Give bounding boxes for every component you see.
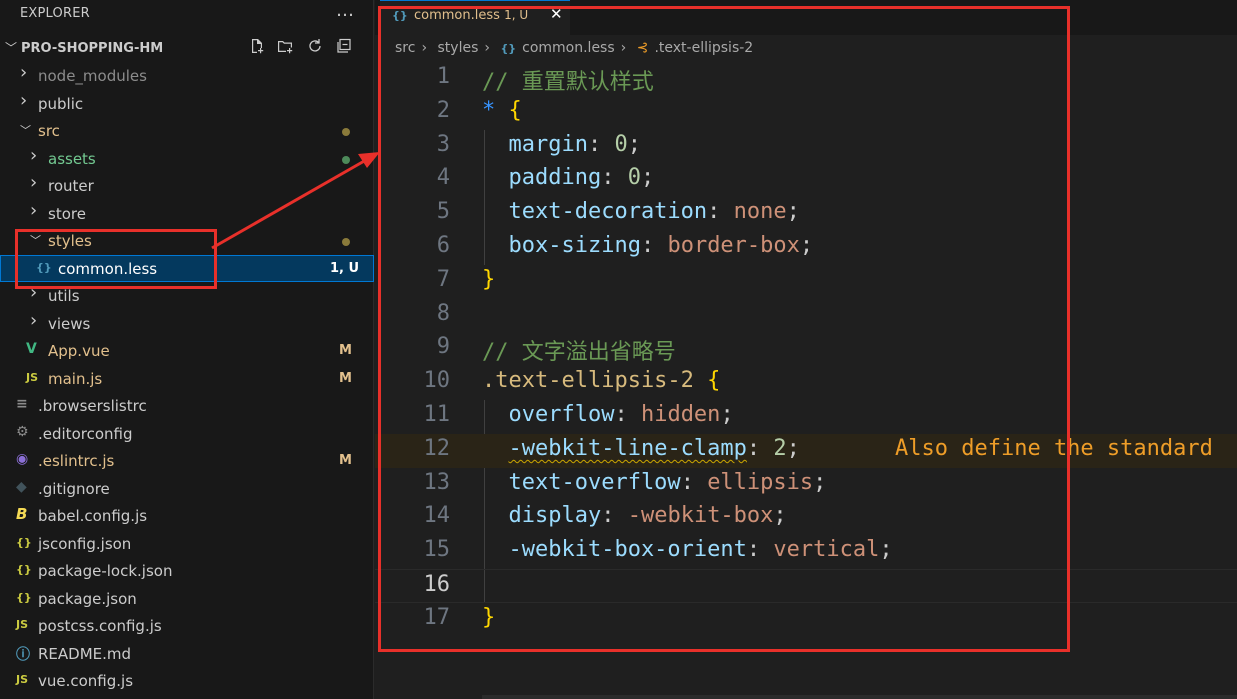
annotation-arrow [211,152,380,250]
